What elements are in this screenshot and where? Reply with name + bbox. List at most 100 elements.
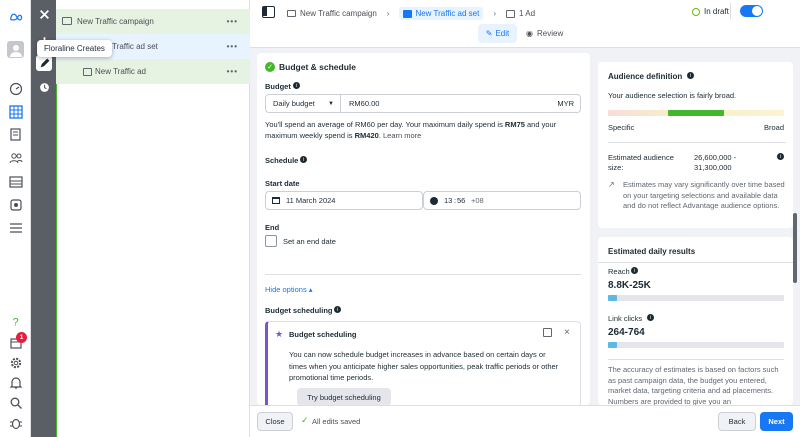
top-bar: New Traffic campaign › New Traffic ad se… [250, 0, 800, 48]
close-icon[interactable]: × [564, 327, 570, 338]
schedule-label: Schedule [265, 156, 299, 165]
callout-title: Budget scheduling [289, 330, 357, 339]
feedback-icon[interactable] [543, 328, 552, 337]
results-title: Estimated daily results [608, 247, 696, 256]
clicks-label: Link clicks [608, 314, 643, 323]
callout-text: You can now schedule budget increases in… [289, 350, 559, 382]
toggle-sidebar-icon[interactable] [262, 6, 275, 18]
account-avatar-icon[interactable] [7, 41, 24, 58]
more-options-icon[interactable]: ••• [227, 67, 238, 76]
info-icon[interactable]: i [647, 314, 654, 321]
tab-edit[interactable]: ✎ Edit [478, 24, 517, 43]
ads-manager-table-icon[interactable] [7, 103, 24, 120]
clock-icon [430, 196, 438, 205]
clicks-bar [608, 342, 784, 348]
info-icon[interactable]: i [293, 82, 300, 89]
more-options-icon[interactable]: ••• [227, 42, 238, 51]
draft-toggle[interactable] [740, 5, 763, 17]
hide-options-link[interactable]: Hide options ▴ [265, 285, 313, 294]
audience-title: Audience definition [608, 72, 683, 81]
more-options-icon[interactable]: ••• [227, 17, 238, 26]
edit-pencil-icon[interactable] [36, 55, 52, 71]
tree-item-ad[interactable]: New Traffic ad ••• [56, 59, 250, 84]
chevron-right-icon: › [493, 9, 497, 18]
breadcrumb-ad[interactable]: 1 Ad [519, 9, 535, 18]
chevron-down-icon[interactable]: ▼ [328, 101, 334, 107]
info-icon[interactable]: i [687, 72, 694, 79]
tab-review[interactable]: ◉ Review [526, 24, 563, 43]
breadcrumb: New Traffic campaign › New Traffic ad se… [287, 7, 535, 20]
info-icon[interactable]: i [631, 267, 638, 274]
events-manager-icon[interactable] [7, 196, 24, 213]
audience-breadth-meter [608, 110, 784, 116]
budget-schedule-section: ✓ Budget & schedule Budget i Daily budge… [257, 53, 590, 405]
divider [598, 262, 793, 263]
close-icon[interactable] [36, 6, 52, 22]
campaign-tree-panel: New Traffic campaign ••• New Traffic ad … [56, 0, 250, 437]
bell-icon[interactable] [7, 374, 24, 391]
end-label: End [265, 223, 280, 232]
help-icon[interactable]: ? [7, 312, 24, 329]
editor-tools-strip [31, 0, 56, 437]
budget-type-select[interactable]: Daily budget [273, 99, 315, 108]
estimated-results-card: Estimated daily results Reach i 8.8K-25K… [598, 237, 793, 405]
info-icon[interactable]: i [334, 306, 341, 313]
start-hour[interactable]: 13 [444, 196, 452, 205]
start-date-input[interactable]: 11 March 2024 [265, 191, 423, 210]
account-tooltip: Floraline Creates [37, 40, 112, 57]
budget-currency: MYR [557, 99, 574, 108]
settings-gear-icon[interactable] [7, 354, 24, 371]
save-status: All edits saved [312, 417, 361, 426]
info-icon[interactable]: i [300, 156, 307, 163]
tab-edit-label: Edit [495, 29, 510, 38]
search-icon[interactable] [7, 394, 24, 411]
divider [730, 3, 731, 19]
start-date-label: Start date [265, 179, 300, 188]
tab-review-label: Review [536, 29, 564, 38]
pencil-icon: ✎ [485, 29, 493, 38]
breadcrumb-adset-current[interactable]: New Traffic ad set [399, 7, 484, 20]
try-budget-scheduling-button[interactable]: Try budget scheduling [297, 388, 391, 405]
audiences-icon[interactable] [7, 149, 24, 166]
info-icon[interactable]: i [777, 153, 784, 160]
notification-badge: 1 [16, 332, 27, 343]
status-label: In draft [704, 7, 729, 16]
start-date-value: 11 March 2024 [286, 196, 336, 205]
bug-report-icon[interactable] [7, 414, 24, 431]
learn-more-link[interactable]: Learn more [383, 131, 421, 140]
billing-icon[interactable] [7, 173, 24, 190]
accuracy-text: The accuracy of estimates is based on fa… [608, 365, 779, 405]
tree-campaign-label: New Traffic campaign [77, 17, 154, 26]
check-icon: ✓ [301, 415, 309, 425]
clicks-value: 264-764 [608, 327, 645, 338]
history-clock-icon[interactable] [36, 79, 52, 95]
start-time-input[interactable]: 13 : 56 +08 [423, 191, 581, 210]
left-rail: ? 1 [0, 0, 31, 437]
dashboard-icon[interactable] [7, 80, 24, 97]
timezone: +08 [471, 196, 484, 205]
next-button[interactable]: Next [760, 412, 793, 431]
divider [265, 274, 581, 275]
eye-icon: ◉ [526, 29, 533, 38]
specific-label: Specific [608, 123, 635, 132]
meta-logo-icon[interactable] [7, 8, 24, 25]
end-date-checkbox[interactable] [265, 235, 277, 247]
budget-amount-input[interactable]: RM60.00 [349, 99, 379, 108]
broad-label: Broad [763, 123, 784, 132]
scrollbar-thumb[interactable] [793, 213, 797, 283]
budget-input-group: Daily budget ▼ RM60.00 MYR [265, 94, 581, 113]
start-minute[interactable]: 56 [457, 196, 465, 205]
section-title: Budget & schedule [279, 62, 356, 72]
pages-icon[interactable] [7, 126, 24, 143]
reach-bar [608, 295, 784, 301]
tree-item-campaign[interactable]: New Traffic campaign ••• [56, 9, 250, 34]
draft-status-dot [692, 8, 700, 16]
back-button[interactable]: Back [718, 412, 756, 431]
all-tools-menu-icon[interactable] [7, 219, 24, 236]
max-daily-spend: RM75 [504, 120, 525, 129]
tree-left-accent [56, 84, 57, 437]
close-button[interactable]: Close [257, 412, 293, 431]
breadcrumb-campaign[interactable]: New Traffic campaign [300, 9, 377, 18]
budget-scheduling-label: Budget scheduling [265, 306, 333, 315]
divider [608, 359, 784, 360]
